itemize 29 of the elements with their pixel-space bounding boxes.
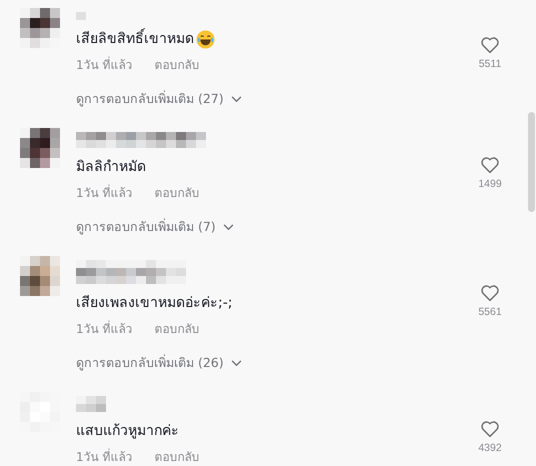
comment-time: 1วัน ที่แล้ว	[76, 184, 132, 202]
chevron-down-icon	[230, 360, 242, 366]
comment-text: มิลลิกำหมัด	[76, 158, 146, 177]
comment-time: 1วัน ที่แล้ว	[76, 320, 132, 338]
like-count: 4392	[478, 442, 502, 454]
comment-text: แสบแก้วหูมากค่ะ	[76, 422, 179, 441]
comment-text: เสียงเพลงเขาหมดอ่ะค่ะ;-;	[76, 294, 232, 313]
reply-link[interactable]: ตอบกลับ	[154, 56, 200, 74]
heart-icon[interactable]	[480, 156, 500, 174]
view-more-replies-button[interactable]: ดูการตอบกลับเพิ่มเติม (26)	[76, 354, 242, 372]
reply-link[interactable]: ตอบกลับ	[154, 184, 200, 202]
view-more-replies-button[interactable]: ดูการตอบกลับเพิ่มเติม (7)	[76, 218, 234, 236]
like-count: 5561	[478, 306, 502, 318]
reply-link[interactable]: ตอบกลับ	[154, 320, 200, 338]
comment-text: เสียลิขสิทธิ์เขาหมด	[76, 28, 194, 50]
blurred-username	[76, 396, 106, 412]
scrollbar-thumb[interactable]	[528, 112, 535, 212]
reply-link[interactable]: ตอบกลับ	[154, 448, 200, 466]
chevron-down-icon	[222, 224, 234, 230]
like-count: 5511	[478, 58, 502, 70]
comment-time: 1วัน ที่แล้ว	[76, 448, 132, 466]
like-count: 1499	[478, 178, 502, 190]
chevron-down-icon	[230, 96, 242, 102]
heart-icon[interactable]	[480, 36, 500, 54]
view-more-replies-button[interactable]: ดูการตอบกลับเพิ่มเติม (27)	[76, 90, 242, 108]
blurred-username	[76, 12, 86, 20]
comment-time: 1วัน ที่แล้ว	[76, 56, 132, 74]
heart-icon[interactable]	[480, 420, 500, 438]
heart-icon[interactable]	[480, 284, 500, 302]
